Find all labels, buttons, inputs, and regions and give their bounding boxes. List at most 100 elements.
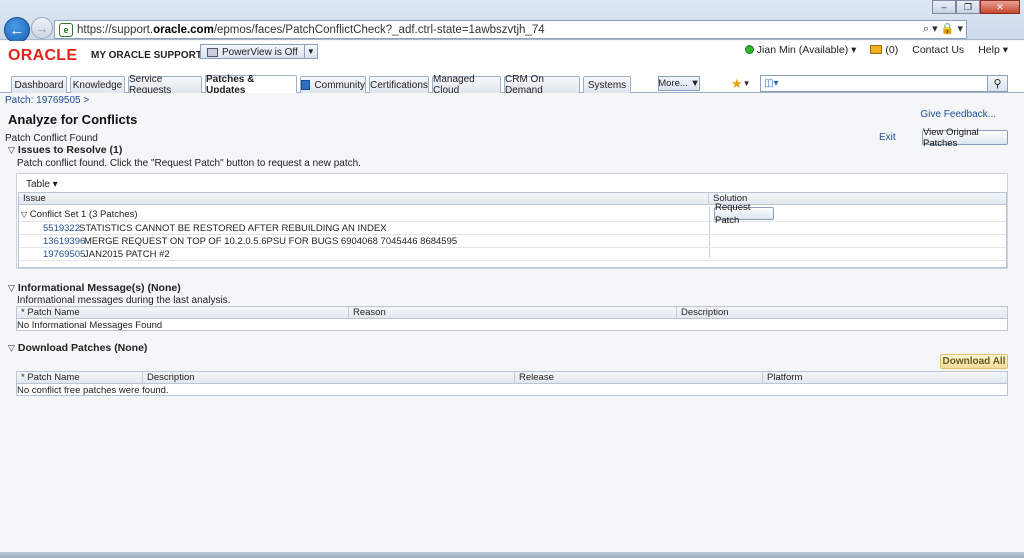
download-heading: Download Patches (None) <box>17 342 148 354</box>
give-feedback-link[interactable]: Give Feedback... <box>920 109 996 120</box>
favorites-button[interactable]: ★ ▼ <box>731 76 755 91</box>
column-header[interactable]: Issue <box>19 193 709 205</box>
issues-heading: Issues to Resolve (1) <box>17 144 123 156</box>
column-header[interactable]: Reason <box>349 307 677 319</box>
search-icon[interactable]: ⚲ <box>987 76 1007 91</box>
conflict-set-text: Conflict Set 1 (3 Patches) <box>29 209 138 220</box>
disclose-icon[interactable]: ▽ <box>8 145 15 156</box>
issues-table: Issue Solution ▽ Conflict Set 1 (3 Patch… <box>18 192 1007 268</box>
informational-heading: Informational Message(s) (None) <box>17 282 181 294</box>
page-subtitle: Patch Conflict Found <box>5 133 98 144</box>
tab-knowledge[interactable]: Knowledge <box>70 76 125 93</box>
informational-table: * Patch Name Reason Description No Infor… <box>16 306 1008 331</box>
column-header[interactable]: Description <box>143 372 515 384</box>
column-header[interactable]: Description <box>677 307 1007 319</box>
exit-link[interactable]: Exit <box>879 132 896 143</box>
more-tabs-button[interactable]: More... ▼ <box>658 76 700 91</box>
table-row: No conflict free patches were found. <box>17 384 1007 397</box>
chevron-down-icon[interactable]: ▼ <box>303 45 317 58</box>
site-header: ORACLE MY ORACLE SUPPORT PowerView is Of… <box>0 41 1024 73</box>
product-name: MY ORACLE SUPPORT <box>91 50 202 61</box>
page-title: Analyze for Conflicts <box>8 112 138 127</box>
conflict-set-label[interactable]: ▽ Conflict Set 1 (3 Patches) <box>21 208 138 221</box>
download-table-header: * Patch Name Description Release Platfor… <box>17 372 1007 384</box>
informational-table-header: * Patch Name Reason Description <box>17 307 1007 319</box>
window-controls: – ❐ ✕ <box>932 0 1020 14</box>
download-table: * Patch Name Description Release Platfor… <box>16 371 1008 396</box>
tab-crm-on-demand[interactable]: CRM On Demand <box>504 74 580 96</box>
powerview-toggle[interactable]: PowerView is Off ▼ <box>200 44 318 59</box>
help-label: Help <box>978 44 1000 56</box>
arrow-right-icon: → <box>35 20 49 36</box>
patch-link[interactable]: 19769505 <box>43 248 85 261</box>
restore-button[interactable]: ❐ <box>956 0 980 14</box>
table-row: No Informational Messages Found <box>17 319 1007 332</box>
column-header[interactable]: * Patch Name <box>17 307 349 319</box>
tab-community[interactable]: Community <box>300 76 366 93</box>
back-button[interactable]: ← <box>4 17 30 43</box>
powerview-icon <box>207 47 218 57</box>
user-menu[interactable]: Jian Min (Available) ▾ <box>744 44 856 56</box>
table-menu-label: Table <box>26 179 50 190</box>
tab-patches-updates[interactable]: Patches & Updates <box>205 74 297 96</box>
arrow-left-icon: ← <box>9 21 25 39</box>
main-content: Patch: 19769505 > Give Feedback... Analy… <box>0 93 1024 552</box>
patch-link[interactable]: 13619396 <box>43 235 85 248</box>
contact-us-link[interactable]: Contact Us <box>912 44 964 56</box>
request-patch-button[interactable]: Request Patch <box>714 202 774 226</box>
tab-community-label: Community <box>314 79 365 91</box>
os-taskbar <box>0 552 1024 558</box>
patch-description: MERGE REQUEST ON TOP OF 10.2.0.5.6PSU FO… <box>84 236 458 247</box>
table-menu[interactable]: Table ▾ <box>26 179 58 190</box>
informational-section-header[interactable]: ▽ Informational Message(s) (None) <box>8 282 181 294</box>
issues-table-header: Issue Solution <box>19 193 1006 205</box>
star-icon: ★ <box>731 75 743 91</box>
table-row: 13619396 MERGE REQUEST ON TOP OF 10.2.0.… <box>19 235 1006 248</box>
address-tools[interactable]: ⌕ ▾ 🔒 ▾ <box>923 22 963 36</box>
tab-systems[interactable]: Systems <box>583 76 631 93</box>
tab-service-requests[interactable]: Service Requests <box>128 74 202 96</box>
download-all-button[interactable]: Download All <box>940 354 1008 369</box>
column-header[interactable]: * Patch Name <box>17 372 143 384</box>
empty-message: No conflict free patches were found. <box>17 385 169 396</box>
issues-panel: Table ▾ Issue Solution ▽ Conflict Set 1 … <box>16 173 1008 269</box>
oracle-logo[interactable]: ORACLE <box>8 47 77 65</box>
messages-link[interactable]: (0) <box>870 44 898 56</box>
mail-icon <box>870 45 883 54</box>
site-security-icon: e <box>59 22 73 37</box>
column-header[interactable]: Platform <box>763 372 1007 384</box>
minimize-button[interactable]: – <box>932 0 956 14</box>
breadcrumb[interactable]: Patch: 19769505 > <box>5 95 89 106</box>
disclose-icon[interactable]: ▽ <box>8 343 15 354</box>
user-area: Jian Min (Available) ▾ (0) Contact Us He… <box>744 44 1008 56</box>
powerview-label: PowerView is Off <box>222 46 298 58</box>
issues-section-header[interactable]: ▽ Issues to Resolve (1) <box>8 144 122 156</box>
tab-managed-cloud[interactable]: Managed Cloud <box>432 74 501 96</box>
main-tabs: Dashboard Knowledge Service Requests Pat… <box>0 73 1024 96</box>
external-link-icon <box>301 80 311 90</box>
issues-description: Patch conflict found. Click the "Request… <box>17 158 361 169</box>
informational-description: Informational messages during the last a… <box>17 295 231 306</box>
user-name: Jian Min (Available) <box>756 44 849 56</box>
disclose-icon[interactable]: ▽ <box>8 283 15 294</box>
tab-dashboard[interactable]: Dashboard <box>11 76 67 93</box>
search-scope-icon[interactable]: ◫▾ <box>761 78 781 89</box>
table-row: 19769505 JAN2015 PATCH #2 <box>19 248 1006 261</box>
table-row: ▽ Conflict Set 1 (3 Patches) Request Pat… <box>19 202 1006 258</box>
column-header[interactable]: Release <box>515 372 763 384</box>
forward-button[interactable]: → <box>31 17 53 39</box>
address-bar[interactable]: e https://support.oracle.com/epmos/faces… <box>54 20 967 39</box>
available-status-icon <box>744 45 754 54</box>
search-input[interactable]: ◫▾ ⚲ <box>760 75 1008 92</box>
view-original-patches-button[interactable]: View Original Patches <box>922 127 1008 149</box>
patch-link[interactable]: 5519322 <box>43 222 80 235</box>
patch-description: STATISTICS CANNOT BE RESTORED AFTER REBU… <box>79 223 387 234</box>
close-button[interactable]: ✕ <box>980 0 1020 14</box>
more-label: More... <box>658 78 688 89</box>
tab-certifications[interactable]: Certifications <box>369 76 429 93</box>
message-count: (0) <box>885 44 899 56</box>
patch-description: JAN2015 PATCH #2 <box>84 249 170 260</box>
download-section-header[interactable]: ▽ Download Patches (None) <box>8 342 147 354</box>
empty-message: No Informational Messages Found <box>17 320 163 331</box>
help-menu[interactable]: Help ▾ <box>978 44 1008 56</box>
